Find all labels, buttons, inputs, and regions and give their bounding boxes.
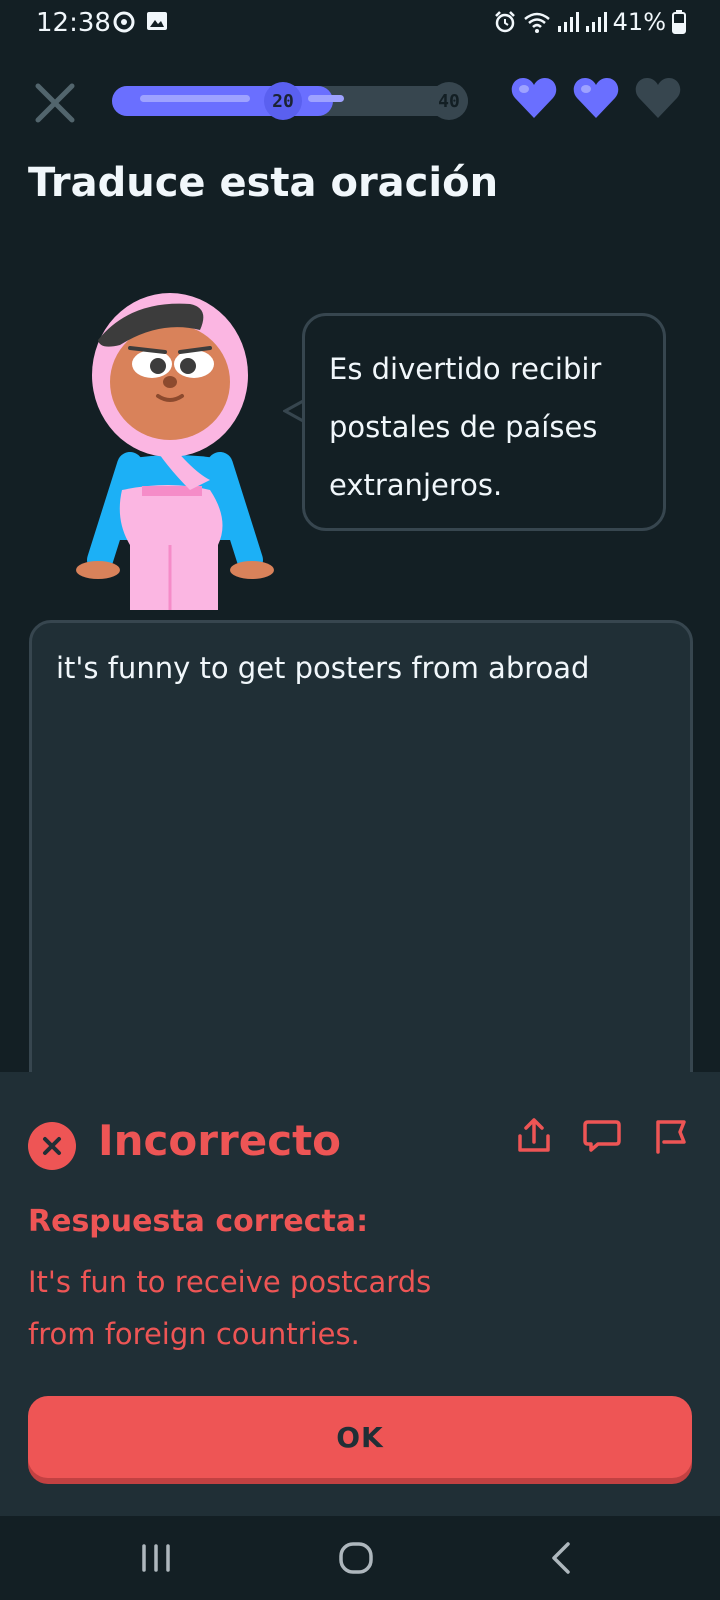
battery-percent: 41% — [612, 8, 666, 36]
battery-icon — [672, 10, 686, 34]
feedback-status: Incorrecto — [98, 1116, 342, 1165]
report-flag-icon[interactable] — [650, 1116, 690, 1156]
speech-bubble: Es divertido recibir postales de países … — [302, 313, 666, 531]
signal-icon-2 — [585, 12, 607, 32]
status-time: 12:38 — [36, 8, 111, 38]
prompt-sentence[interactable]: Es divertido recibir postales de países … — [329, 340, 645, 514]
system-nav-bar — [0, 1516, 720, 1600]
answer-input-value: it's funny to get posters from abroad — [56, 651, 590, 685]
character-illustration — [76, 293, 274, 610]
answer-input[interactable]: it's funny to get posters from abroad — [29, 620, 693, 1140]
recent-apps-icon[interactable] — [134, 1536, 178, 1580]
correct-answer-label: Respuesta correcta: — [28, 1204, 369, 1239]
lesson-progress-bar: 20 40 — [112, 82, 468, 120]
close-icon[interactable] — [30, 78, 80, 128]
hearts — [510, 76, 682, 120]
ok-button[interactable]: OK — [28, 1396, 692, 1478]
incorrect-icon — [28, 1122, 76, 1170]
settings-sync-icon — [113, 11, 135, 33]
heart-icon — [511, 78, 557, 118]
home-icon[interactable] — [334, 1536, 378, 1580]
wifi-icon — [523, 12, 550, 33]
page-title: Traduce esta oración — [28, 160, 499, 206]
heart-icon — [573, 78, 619, 118]
status-bar: 12:38 41% — [0, 0, 720, 46]
back-icon[interactable] — [540, 1536, 584, 1580]
feedback-panel: Incorrecto Respuesta correcta: It's fun … — [0, 1072, 720, 1516]
heart-empty-icon — [635, 78, 681, 118]
comment-icon[interactable] — [582, 1116, 622, 1156]
progress-milestone-40: 40 — [430, 82, 468, 120]
progress-milestone-20: 20 — [264, 82, 302, 120]
alarm-icon — [494, 11, 515, 33]
gallery-icon — [147, 12, 167, 30]
correct-answer-text: It's fun to receive postcards from forei… — [28, 1265, 432, 1351]
signal-icon — [557, 12, 579, 32]
share-icon[interactable] — [514, 1116, 554, 1156]
